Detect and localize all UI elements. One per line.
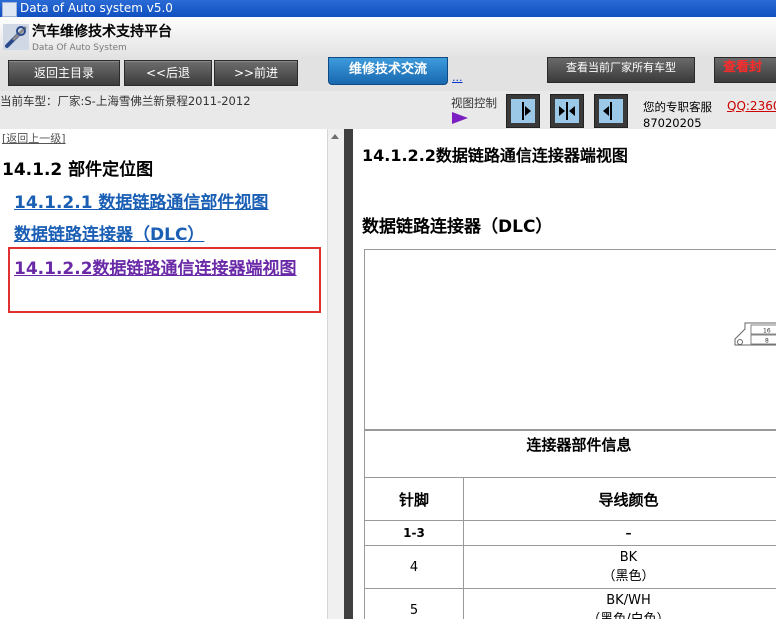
split-view-icon (555, 99, 579, 123)
view-arrow-icon (452, 112, 468, 124)
qq-contact-link[interactable]: QQ:2360 (727, 99, 776, 113)
color-code: BK (619, 550, 638, 565)
view-expand-left-button[interactable] (594, 94, 628, 128)
section-title: 14.1.2 部件定位图 (2, 160, 154, 180)
back-button[interactable]: <<后退 (124, 60, 212, 86)
view-all-models-button[interactable]: 查看当前厂家所有车型 (547, 57, 695, 83)
app-header: 汽车维修技术支持平台 Data Of Auto System (0, 17, 776, 58)
qq-number: 87020205 (643, 116, 702, 130)
main-toolbar: 返回主目录 <<后退 >>前进 维修技术交流 ... 查看当前厂家所有车型 查看… (0, 57, 776, 92)
info-bar: 当前车型：厂家:S-上海雪佛兰新景程2011-2012 视图控制 您的专职客服 … (0, 91, 776, 130)
window-title-bar: Data of Auto system v5.0 (0, 0, 776, 17)
view-expand-right-button[interactable] (506, 94, 540, 128)
forward-button[interactable]: >>前进 (214, 60, 298, 86)
left-pane-scrollbar[interactable] (327, 129, 344, 619)
view-control-label: 视图控制 (451, 96, 497, 110)
view-split-button[interactable] (550, 94, 584, 128)
expand-left-icon (599, 99, 623, 123)
home-button[interactable]: 返回主目录 (8, 60, 120, 86)
header-wire-color: 导线颜色 (463, 477, 776, 521)
expand-right-icon (511, 99, 535, 123)
header-pin: 针脚 (364, 477, 464, 521)
color-name: （黑色） (602, 569, 655, 584)
table-row: 4 BK （黑色） (364, 545, 776, 589)
forum-button[interactable]: 维修技术交流 (328, 57, 448, 85)
scroll-up-arrow-icon[interactable] (331, 134, 339, 139)
document-title: 14.1.2.2数据链路通信连接器端视图 (362, 146, 628, 165)
table-caption: 连接器部件信息 (364, 429, 776, 478)
color-cell: – (463, 520, 776, 546)
app-window-icon (2, 2, 17, 17)
document-pane: 14.1.2.2数据链路通信连接器端视图 数据链路连接器（DLC） 16 8 连… (353, 129, 776, 619)
connector-pin-16: 16 (763, 328, 771, 335)
nav-link-dlc[interactable]: 数据链路连接器（DLC） (14, 220, 204, 245)
window-title: Data of Auto system v5.0 (20, 1, 173, 15)
wrench-logo-icon (3, 24, 29, 50)
pin-cell: 4 (364, 545, 464, 589)
nav-link-component-view[interactable]: 14.1.2.1 数据链路通信部件视图 (14, 188, 268, 213)
pin-cell: 1-3 (364, 520, 464, 546)
table-row: 5 BK/WH （黑色/白色） (364, 588, 776, 619)
connector-diagram (364, 249, 776, 431)
app-title: 汽车维修技术支持平台 (32, 24, 172, 40)
current-model-label: 当前车型：厂家:S-上海雪佛兰新景程2011-2012 (0, 94, 251, 108)
forum-link[interactable]: ... (452, 71, 463, 84)
table-row: 1-3 – (364, 520, 776, 546)
color-name: （黑色/白色） (465, 608, 776, 619)
search-button[interactable]: 查看封 (714, 57, 776, 83)
nav-link-connector-end-view[interactable]: 14.1.2.2数据链路通信连接器端视图 (14, 254, 297, 279)
pane-splitter[interactable] (344, 129, 353, 619)
dlc-heading: 数据链路连接器（DLC） (362, 217, 553, 237)
connector-info-table: 连接器部件信息 针脚 导线颜色 1-3 – 4 BK （黑色） 5 BK/WH … (364, 429, 776, 619)
color-cell: BK/WH （黑色/白色） (463, 588, 776, 619)
back-up-link[interactable]: [返回上一级] (2, 130, 66, 146)
pin-cell: 5 (364, 588, 464, 619)
left-navigation-pane: [返回上一级] 14.1.2 部件定位图 14.1.2.1 数据链路通信部件视图… (0, 129, 327, 619)
color-cell: BK （黑色） (463, 545, 776, 589)
color-code: BK/WH (606, 593, 651, 608)
connector-end-view-icon: 16 8 (734, 322, 776, 346)
connector-pin-8: 8 (765, 338, 769, 345)
app-subtitle: Data Of Auto System (32, 43, 127, 53)
support-label: 您的专职客服 (643, 100, 712, 114)
